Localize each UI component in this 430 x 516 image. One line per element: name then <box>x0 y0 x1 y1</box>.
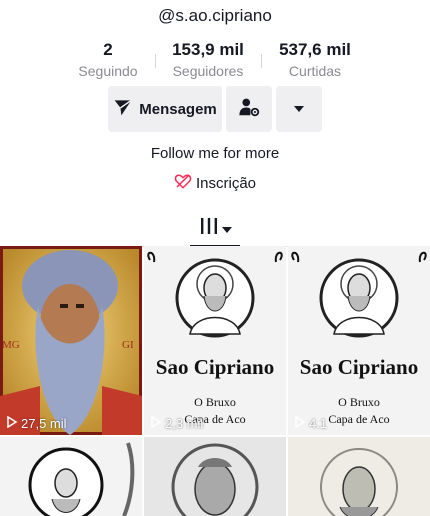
message-button[interactable]: Mensagem <box>108 86 222 132</box>
saint-icon-painting: MG GI <box>0 246 142 435</box>
view-count-text: 27,5 mil <box>21 416 67 431</box>
profile-stats: 2 Seguindo 153,9 mil Seguidores 537,6 mi… <box>0 40 430 80</box>
play-outline-icon <box>294 415 306 431</box>
send-icon <box>113 97 133 121</box>
play-outline-icon <box>150 415 162 431</box>
view-count: 2,3 mil <box>150 415 204 431</box>
chevron-down-icon <box>221 220 232 238</box>
grid-icon <box>199 217 219 240</box>
svg-text:GI: GI <box>122 339 134 351</box>
svg-text:O Bruxo: O Bruxo <box>194 395 236 409</box>
view-count: 4.1 <box>294 415 328 431</box>
stat-likes[interactable]: 537,6 mil Curtidas <box>261 40 369 80</box>
tab-videos[interactable] <box>190 212 240 247</box>
saint-halo-sketch <box>288 437 430 516</box>
play-outline-icon <box>6 415 18 431</box>
stat-likes-value: 537,6 mil <box>279 40 351 59</box>
video-title: Sao Cipriano <box>300 355 418 379</box>
view-count-text: 2,3 mil <box>165 416 204 431</box>
stat-followers-label: Seguidores <box>172 63 244 79</box>
caret-down-icon <box>293 100 305 118</box>
svg-text:O Bruxo: O Bruxo <box>338 395 380 409</box>
video-thumbnail[interactable]: Sao Cipriano O Bruxo Capa de Aco 4.1 <box>288 246 430 435</box>
profile-bio: Follow me for more <box>150 145 280 162</box>
saint-portrait <box>144 437 286 516</box>
stat-followers-value: 153,9 mil <box>172 40 244 59</box>
saint-sketch: Sao Cipriano O Bruxo Capa de Aco <box>288 246 430 435</box>
add-friend-button[interactable] <box>226 86 272 132</box>
svg-text:MG: MG <box>2 339 20 351</box>
profile-username: @s.ao.cipriano <box>158 6 272 25</box>
stat-following[interactable]: 2 Seguindo <box>61 40 155 80</box>
video-thumbnail[interactable] <box>0 437 142 516</box>
saint-sketch: Sao Cipriano O Bruxo Capa de Aco <box>144 246 286 435</box>
stat-following-label: Seguindo <box>78 63 138 79</box>
video-thumbnail[interactable]: Sao Cipriano O Bruxo Capa de Aco 2,3 mil <box>144 246 286 435</box>
content-tabs <box>0 212 430 247</box>
profile-link[interactable]: Inscrição <box>0 172 430 194</box>
profile-actions: Mensagem <box>108 86 322 132</box>
person-gear-icon <box>238 96 260 123</box>
video-thumbnail[interactable] <box>144 437 286 516</box>
saint-sketch <box>0 437 142 516</box>
stat-likes-label: Curtidas <box>288 63 342 79</box>
view-count: 27,5 mil <box>6 415 67 431</box>
stat-following-value: 2 <box>103 40 113 59</box>
link-icon <box>174 172 192 194</box>
more-options-button[interactable] <box>276 86 322 132</box>
view-count-text: 4.1 <box>309 416 328 431</box>
stat-followers[interactable]: 153,9 mil Seguidores <box>155 40 261 80</box>
svg-text:Capa de Aco: Capa de Aco <box>328 412 389 426</box>
video-title: Sao Cipriano <box>156 355 274 379</box>
message-button-label: Mensagem <box>139 100 217 118</box>
link-label: Inscrição <box>195 174 257 192</box>
video-thumbnail[interactable] <box>288 437 430 516</box>
video-thumbnail[interactable]: MG GI 27,5 mil <box>0 246 142 435</box>
